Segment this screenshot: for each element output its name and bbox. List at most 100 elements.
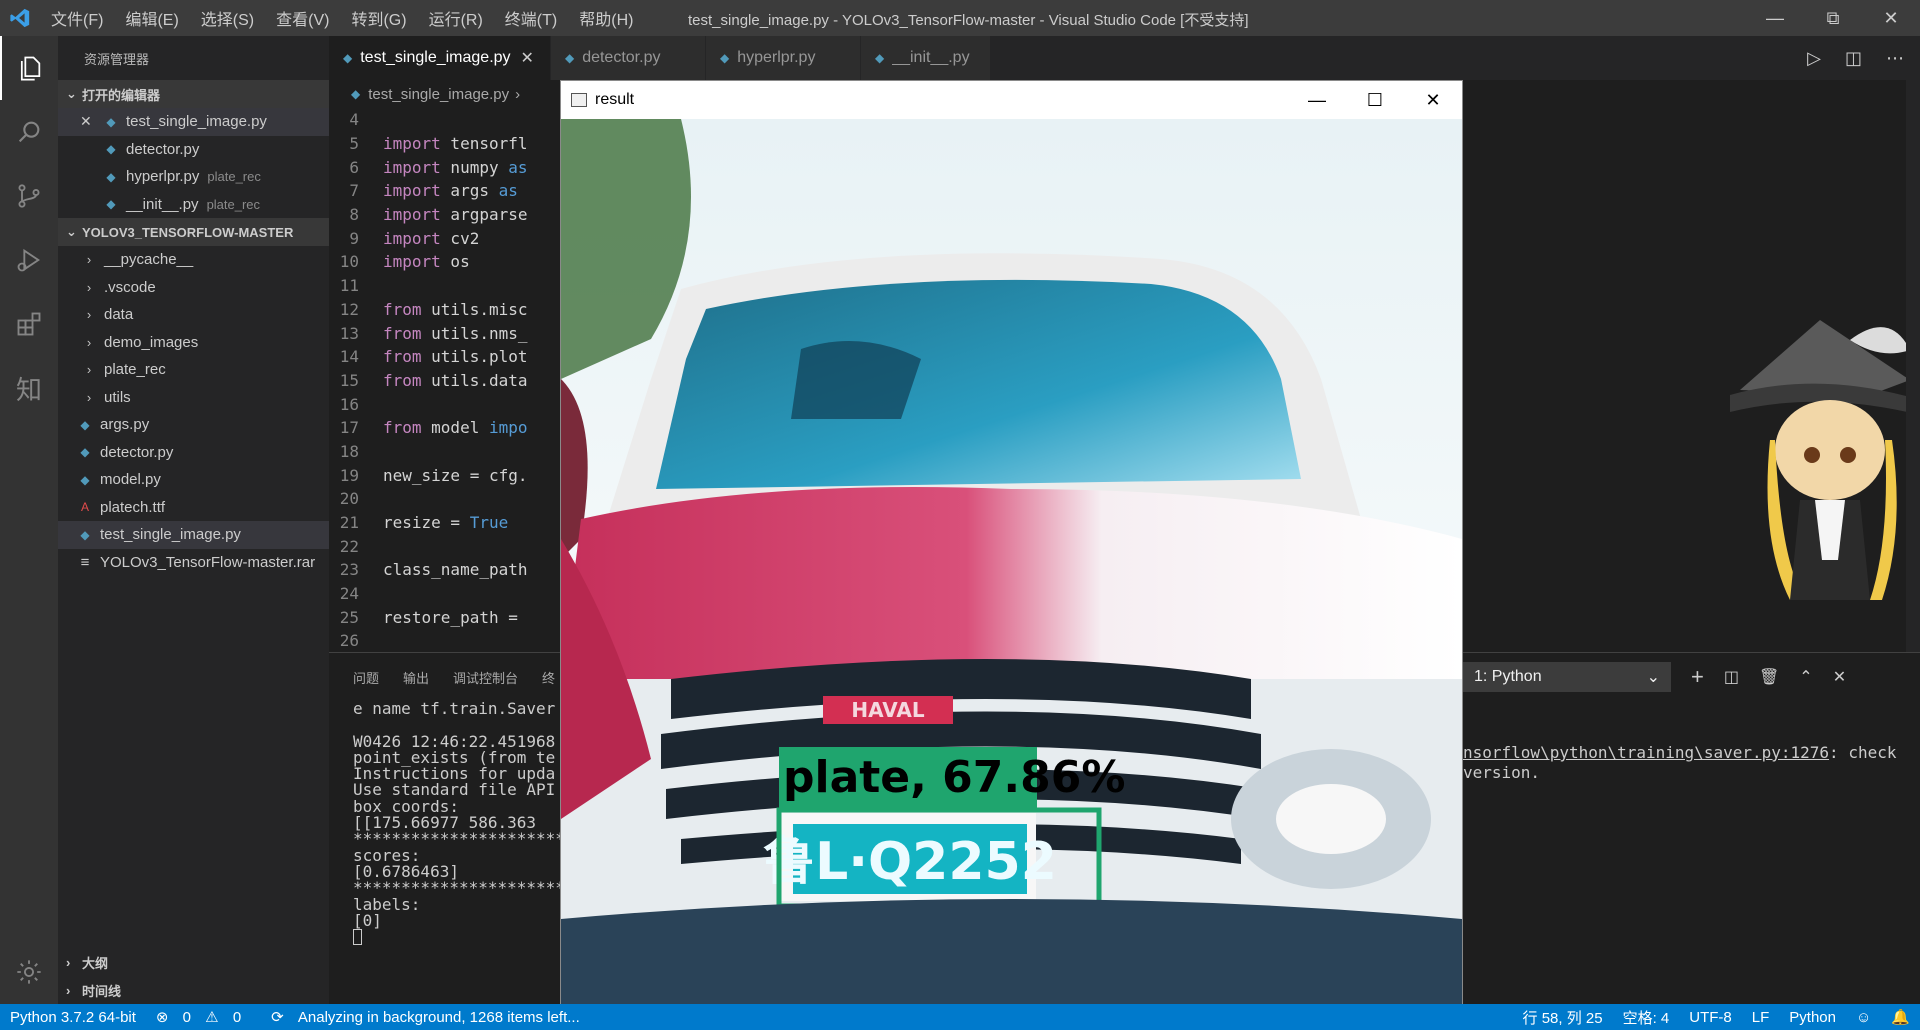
- cursor-position[interactable]: 行 58, 列 25: [1513, 1007, 1613, 1028]
- tab-test-single-image[interactable]: ◆ test_single_image.py ✕: [329, 36, 551, 80]
- folder-item[interactable]: › .vscode: [58, 274, 329, 302]
- settings-gear-icon[interactable]: [0, 940, 58, 1004]
- open-editor-name: hyperlpr.py: [126, 168, 200, 186]
- tab-debug-console[interactable]: 调试控制台: [453, 668, 518, 687]
- file-item[interactable]: ≡ YOLOv3_TensorFlow-master.rar: [58, 549, 329, 577]
- file-item[interactable]: ◆ test_single_image.py: [58, 521, 329, 549]
- license-plate-text: 鲁L·Q2252: [763, 832, 1057, 892]
- code-editor[interactable]: 4 5 import tensorfl 6 import numpy as 7 import…: [329, 108, 560, 648]
- maximize-icon[interactable]: ☐: [1346, 81, 1404, 119]
- line-number: 7: [349, 181, 359, 201]
- terminal-select[interactable]: 1: Python ⌄: [1463, 662, 1671, 692]
- menu-view[interactable]: 查看(V): [265, 6, 340, 30]
- tab-detector[interactable]: ◆ detector.py: [550, 36, 706, 80]
- open-editor-folder: plate_rec: [206, 196, 261, 212]
- language-mode[interactable]: Python: [1779, 1009, 1846, 1026]
- breadcrumb-file[interactable]: test_single_image.py: [368, 86, 509, 103]
- restore-icon[interactable]: ⧉: [1804, 0, 1862, 36]
- python-file-icon: ◆: [564, 51, 575, 65]
- folder-item[interactable]: › __pycache__: [58, 246, 329, 274]
- terminal-link[interactable]: nsorflow\python\training\saver.py:1276: [1463, 743, 1829, 762]
- menu-file[interactable]: 文件(F): [40, 6, 114, 30]
- menu-selection[interactable]: 选择(S): [190, 6, 265, 30]
- search-icon[interactable]: [0, 100, 58, 164]
- close-icon[interactable]: ✕: [521, 48, 534, 68]
- problems-counter[interactable]: ⊗ 0 ⚠ 0: [146, 1008, 261, 1026]
- folder-item[interactable]: › plate_rec: [58, 356, 329, 384]
- timeline-label: 时间线: [82, 983, 122, 999]
- project-header[interactable]: ⌄ YOLOV3_TENSORFLOW-MASTER: [58, 218, 329, 246]
- code-line: 20: [329, 487, 560, 511]
- vertical-scrollbar[interactable]: [1906, 80, 1920, 652]
- source-control-icon[interactable]: [0, 164, 58, 228]
- open-editor-item[interactable]: ◆ __init__.py plate_rec: [58, 191, 329, 219]
- feedback-icon[interactable]: ☺: [1846, 1009, 1881, 1026]
- code-line: 21 resize = True: [329, 511, 560, 535]
- menu-help[interactable]: 帮助(H): [568, 6, 644, 30]
- run-debug-icon[interactable]: [0, 228, 58, 292]
- file-item[interactable]: ◆ model.py: [58, 466, 329, 494]
- split-editor-icon[interactable]: ◫: [1845, 48, 1862, 69]
- line-number: 18: [339, 441, 359, 461]
- close-icon[interactable]: ✕: [1404, 81, 1462, 119]
- warning-count: 0: [232, 1009, 242, 1026]
- open-editor-item[interactable]: ◆ hyperlpr.py plate_rec: [58, 163, 329, 191]
- minimize-icon[interactable]: —: [1746, 0, 1804, 36]
- folder-item[interactable]: › utils: [58, 384, 329, 412]
- open-editors-header[interactable]: ⌄ 打开的编辑器: [58, 80, 329, 108]
- menu-edit[interactable]: 编辑(E): [114, 6, 189, 30]
- code-text: argparse: [440, 205, 528, 225]
- close-icon[interactable]: ✕: [80, 113, 96, 130]
- menu-go[interactable]: 转到(G): [340, 6, 417, 30]
- outline-header[interactable]: › 大纲: [58, 948, 329, 976]
- extensions-icon[interactable]: [0, 292, 58, 356]
- menu-terminal[interactable]: 终端(T): [494, 6, 568, 30]
- notifications-bell-icon[interactable]: 🔔: [1881, 1008, 1920, 1026]
- file-item[interactable]: Aplatech.ttf: [58, 494, 329, 522]
- python-file-icon: ◆: [874, 51, 885, 65]
- tab-hyperlpr[interactable]: ◆ hyperlpr.py: [705, 36, 861, 80]
- file-name: test_single_image.py: [100, 526, 241, 544]
- explorer-icon[interactable]: [0, 36, 58, 100]
- run-icon[interactable]: ▷: [1807, 48, 1821, 69]
- close-panel-icon[interactable]: ✕: [1833, 667, 1846, 687]
- maximize-panel-icon[interactable]: ⌃: [1799, 667, 1812, 687]
- folder-name: demo_images: [104, 333, 199, 351]
- editor-tabs: ◆ test_single_image.py ✕ ◆ detector.py ◆…: [329, 36, 1920, 80]
- folder-item[interactable]: › demo_images: [58, 329, 329, 357]
- file-item[interactable]: ◆ detector.py: [58, 439, 329, 467]
- minimize-icon[interactable]: —: [1288, 81, 1346, 119]
- archive-file-icon: ≡: [80, 553, 90, 571]
- encoding[interactable]: UTF-8: [1679, 1009, 1742, 1026]
- file-item[interactable]: ◆ args.py: [58, 411, 329, 439]
- indentation[interactable]: 空格: 4: [1613, 1007, 1680, 1028]
- zhihu-icon[interactable]: 知: [0, 356, 58, 420]
- tab-problems[interactable]: 问题: [353, 668, 379, 687]
- folder-name: data: [104, 306, 134, 324]
- code-line: 17 from model impo: [329, 416, 560, 440]
- python-interpreter[interactable]: Python 3.7.2 64-bit: [0, 1009, 146, 1026]
- line-number: 16: [339, 394, 359, 414]
- tab-terminal[interactable]: 终: [542, 668, 555, 687]
- add-terminal-icon[interactable]: +: [1691, 664, 1704, 690]
- code-text: tensorfl: [440, 134, 528, 154]
- timeline-header[interactable]: › 时间线: [58, 976, 329, 1004]
- folder-item[interactable]: › data: [58, 301, 329, 329]
- close-icon[interactable]: ✕: [1862, 0, 1920, 36]
- editor-actions: ▷ ◫ ⋯: [1807, 48, 1904, 69]
- tab-output[interactable]: 输出: [403, 668, 429, 687]
- python-file-icon: ◆: [106, 142, 116, 157]
- split-terminal-icon[interactable]: ◫: [1724, 667, 1739, 687]
- end-of-line[interactable]: LF: [1742, 1009, 1780, 1026]
- more-actions-icon[interactable]: ⋯: [1886, 48, 1904, 69]
- open-editor-item[interactable]: ✕ ◆ test_single_image.py: [58, 108, 329, 136]
- trash-icon[interactable]: 🗑: [1759, 667, 1779, 687]
- line-number: 6: [349, 157, 359, 177]
- title-bar: 文件(F) 编辑(E) 选择(S) 查看(V) 转到(G) 运行(R) 终端(T…: [0, 0, 1920, 36]
- open-editor-name: test_single_image.py: [126, 113, 267, 131]
- line-number: 14: [339, 347, 359, 367]
- analysis-status[interactable]: ⟳ Analyzing in background, 1268 items le…: [261, 1008, 600, 1026]
- menu-run[interactable]: 运行(R): [418, 6, 494, 30]
- tab-init[interactable]: ◆ __init__.py: [860, 36, 991, 80]
- open-editor-item[interactable]: ◆ detector.py: [58, 136, 329, 164]
